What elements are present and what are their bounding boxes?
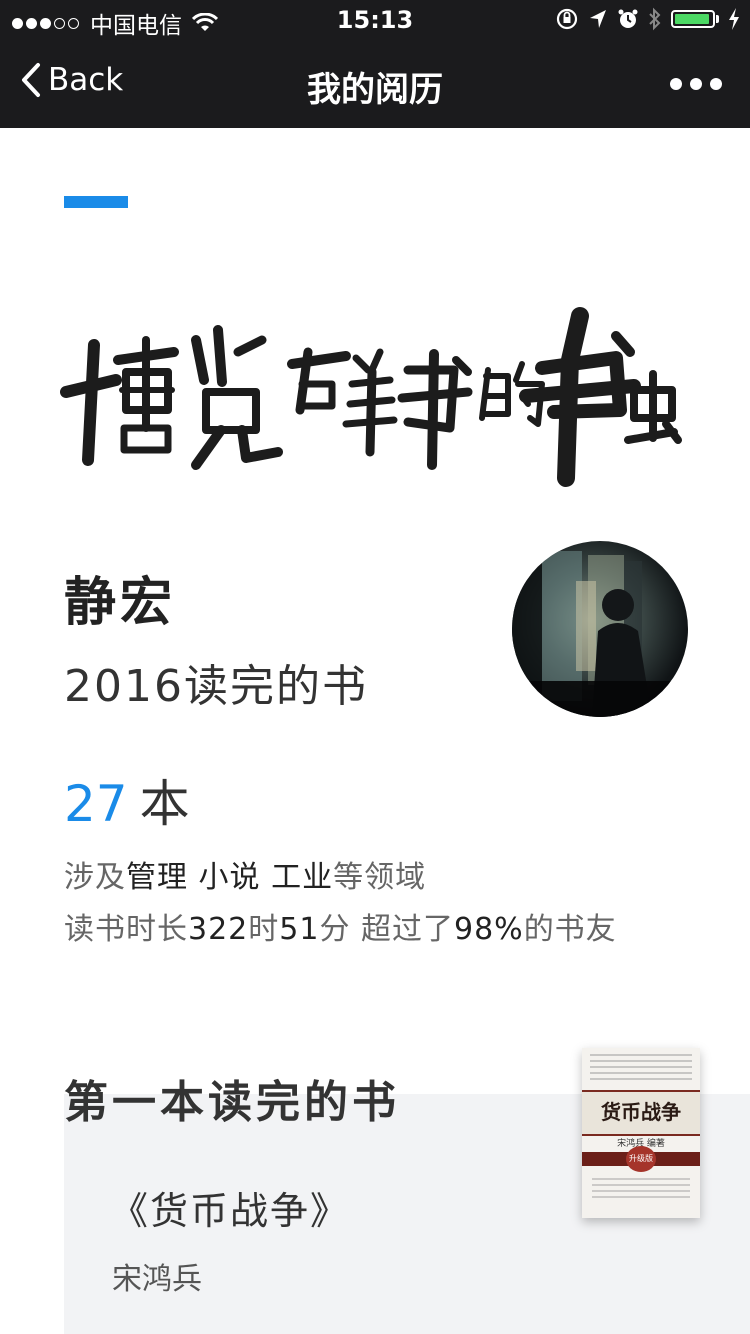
nav-bar: Back 我的阅历 <box>0 40 750 128</box>
more-dot-icon <box>670 78 682 90</box>
charging-icon <box>729 8 739 30</box>
percentile-suffix: 的书友 <box>523 912 617 947</box>
avatar-photo <box>512 541 688 717</box>
cover-bottom-text <box>592 1178 690 1202</box>
more-options-button[interactable] <box>670 78 722 90</box>
calligraphy-banner <box>60 307 682 487</box>
duration-hours: 322 <box>188 912 249 947</box>
fields-prefix: 涉及 <box>64 860 126 895</box>
books-count-unit: 本 <box>139 775 190 833</box>
books-count-number: 27 <box>64 775 128 833</box>
year-label: 2016读完的书 <box>64 661 368 712</box>
duration-prefix: 读书时长 <box>64 912 188 947</box>
cover-title: 货币战争 <box>601 1100 681 1124</box>
accent-bar <box>64 196 128 208</box>
percentile: 98% <box>454 912 524 947</box>
page-title: 我的阅历 <box>307 70 443 110</box>
fields-list: 管理 小说 工业 <box>126 860 334 895</box>
rotation-lock-icon <box>556 8 578 30</box>
more-dot-icon <box>710 78 722 90</box>
user-name: 静宏 <box>64 573 177 633</box>
reading-duration: 读书时长322时51分 超过了98%的书友 <box>64 904 617 948</box>
books-count: 27 本 <box>64 764 190 836</box>
cover-badge: 升级版 <box>626 1146 656 1172</box>
reading-fields: 涉及管理 小说 工业等领域 <box>64 852 426 896</box>
avatar[interactable] <box>512 541 688 717</box>
first-book-section-title: 第一本读完的书 <box>64 1077 400 1128</box>
duration-hours-unit: 时 <box>248 912 280 947</box>
book-cover[interactable]: 货币战争 宋鸿兵 编著 升级版 <box>582 1048 700 1218</box>
duration-minutes-unit: 分 超过了 <box>319 912 454 947</box>
cover-top-text <box>590 1054 692 1080</box>
status-bar: 中国电信 15:13 <box>0 0 750 40</box>
book-title: 《货币战争》 <box>110 1189 351 1233</box>
battery-level <box>675 14 709 24</box>
battery-icon <box>671 10 715 28</box>
location-icon <box>590 10 606 28</box>
duration-minutes: 51 <box>279 912 320 947</box>
fields-suffix: 等领域 <box>333 860 427 895</box>
more-dot-icon <box>690 78 702 90</box>
bluetooth-icon <box>649 7 661 31</box>
alarm-icon <box>618 9 638 28</box>
battery-tip <box>716 15 719 23</box>
book-author: 宋鸿兵 <box>112 1262 202 1297</box>
